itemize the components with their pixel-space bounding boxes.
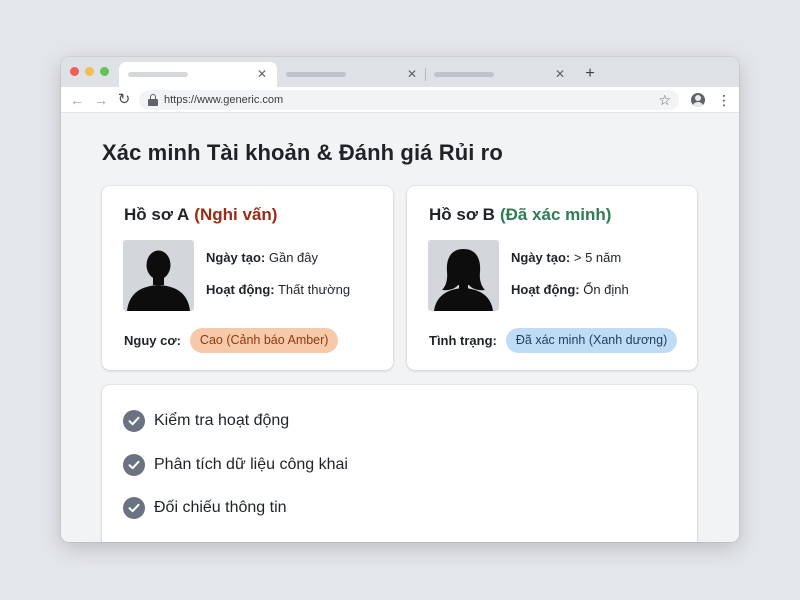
risk-badge: Cao (Cảnh báo Amber)	[189, 328, 339, 353]
tab-active[interactable]: ✕	[119, 62, 277, 87]
forward-arrow-icon[interactable]: →	[92, 91, 110, 109]
male-avatar-icon	[123, 240, 194, 311]
maximize-window-button[interactable]	[100, 67, 109, 76]
activity-value: Ổn định	[583, 282, 629, 297]
minimize-window-button[interactable]	[85, 67, 94, 76]
profile-b-status: (Đã xác minh)	[499, 205, 612, 224]
created-value: Gần đây	[268, 250, 319, 265]
tab-separator	[425, 68, 426, 81]
profile-a-title: Hồ sơ A	[124, 205, 190, 224]
profile-b-state-row: Tình trạng: Đã xác minh (Xanh dương)	[429, 328, 678, 353]
profile-b-activity: Hoạt động: Ổn định	[511, 282, 629, 297]
tab-strip: ✕ ✕ ✕ +	[61, 57, 739, 87]
check-circle-icon	[123, 454, 145, 476]
profile-b-card: Hồ sơ B (Đã xác minh) Ngày tạo: > 5 năm H…	[407, 186, 697, 370]
checklist-label: Đối chiếu thông tin	[154, 499, 287, 516]
checklist-card: Kiểm tra hoạt động Phân tích dữ liệu côn…	[102, 385, 697, 542]
activity-key: Hoạt động:	[511, 282, 580, 297]
list-item: Đối chiếu thông tin	[123, 497, 287, 519]
profile-b-heading: Hồ sơ B (Đã xác minh)	[429, 205, 611, 225]
profile-b-created: Ngày tạo: > 5 năm	[511, 250, 621, 265]
browser-window: ✕ ✕ ✕ + ← → ↻ https://www.generic.com ☆ …	[61, 57, 739, 542]
check-circle-icon	[123, 410, 145, 432]
check-circle-icon	[123, 497, 145, 519]
risk-label: Nguy cơ:	[124, 333, 181, 348]
profile-a-created: Ngày tạo: Gần đây	[206, 250, 318, 265]
profile-a-status: (Nghi vấn)	[194, 205, 278, 224]
list-item: Phân tích dữ liệu công khai	[123, 454, 348, 476]
bookmark-star-icon[interactable]: ☆	[658, 91, 671, 109]
lock-icon	[148, 94, 158, 106]
created-key: Ngày tạo:	[206, 250, 266, 265]
kebab-menu-icon[interactable]: ⋮	[717, 91, 731, 109]
verified-badge: Đã xác minh (Xanh dương)	[505, 328, 678, 353]
tab-title-placeholder	[434, 72, 494, 77]
address-bar[interactable]: https://www.generic.com ☆	[139, 90, 679, 110]
created-key: Ngày tạo:	[511, 250, 571, 265]
profile-a-activity: Hoạt động: Thất thường	[206, 282, 350, 297]
back-arrow-icon[interactable]: ←	[68, 91, 86, 109]
state-label: Tình trạng:	[429, 333, 497, 348]
close-window-button[interactable]	[70, 67, 79, 76]
tab-3[interactable]: ✕	[427, 62, 575, 87]
page-title: Xác minh Tài khoản & Đánh giá Rủi ro	[102, 140, 503, 165]
profile-b-title: Hồ sơ B	[429, 205, 495, 224]
window-controls	[70, 67, 109, 76]
profile-a-card: Hồ sơ A (Nghi vấn) Ngày tạo: Gần đây Hoạt…	[102, 186, 393, 370]
profile-icon[interactable]	[691, 93, 705, 107]
reload-icon[interactable]: ↻	[115, 91, 133, 109]
checklist-label: Phân tích dữ liệu công khai	[154, 456, 348, 473]
close-tab-icon[interactable]: ✕	[255, 67, 269, 81]
close-tab-icon[interactable]: ✕	[405, 67, 419, 81]
close-tab-icon[interactable]: ✕	[553, 67, 567, 81]
browser-toolbar: ← → ↻ https://www.generic.com ☆ ⋮	[61, 87, 739, 113]
created-value: > 5 năm	[573, 250, 622, 265]
female-avatar-icon	[428, 240, 499, 311]
checklist-label: Kiểm tra hoạt động	[154, 412, 290, 429]
new-tab-icon[interactable]: +	[581, 66, 599, 84]
activity-key: Hoạt động:	[206, 282, 275, 297]
page-content: Xác minh Tài khoản & Đánh giá Rủi ro Hồ …	[61, 113, 739, 542]
tab-title-placeholder	[286, 72, 346, 77]
tab-2[interactable]: ✕	[279, 62, 427, 87]
tab-title-placeholder	[128, 72, 188, 77]
activity-value: Thất thường	[277, 282, 351, 297]
profile-a-heading: Hồ sơ A (Nghi vấn)	[124, 205, 277, 225]
list-item: Kiểm tra hoạt động	[123, 410, 289, 432]
profile-a-risk-row: Nguy cơ: Cao (Cảnh báo Amber)	[124, 328, 339, 353]
url-text[interactable]: https://www.generic.com	[164, 94, 283, 106]
